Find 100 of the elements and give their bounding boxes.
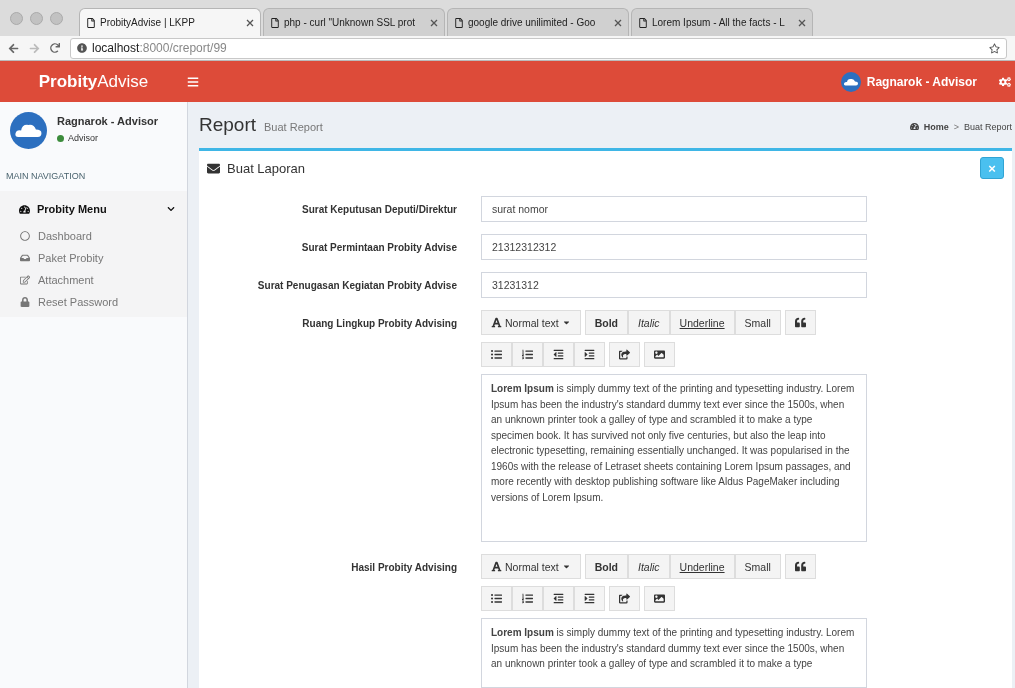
close-icon[interactable] — [430, 18, 438, 27]
menu-icon[interactable] — [187, 75, 199, 88]
indent-button[interactable] — [574, 586, 605, 611]
link-button[interactable] — [609, 342, 640, 367]
outdent-icon — [553, 349, 564, 360]
style-button[interactable]: Italic — [628, 310, 670, 335]
menu-item[interactable]: Dashboard — [0, 225, 187, 247]
star-icon[interactable] — [989, 42, 1000, 54]
page-icon — [86, 17, 96, 28]
style-button[interactable]: Italic — [628, 554, 670, 579]
editor-text: Lorem Ipsum is simply dummy text of the printing and typesetting industry. Lorem Ipsum has been the industry's standard dummy text ever since the 1500s, when an unknown printer took a galley of type and scrambled it to make a type specimen book. It has survived not only five centuries, but also the leap into electronic typesetting, remaining essentially unchanged. It was popularised in the 1960s with the release of Letraset sheets containing Lorem Ipsum passages, and more recently with desktop publishing software like Aldus PageMaker including versions of Lorem Ipsum. — [491, 383, 855, 503]
app-logo[interactable]: ProbityAdvise — [0, 71, 187, 92]
user-role: Advisor — [68, 133, 98, 143]
page-icon — [270, 17, 280, 28]
bullet-list-button[interactable] — [481, 342, 512, 367]
cloud-avatar — [10, 112, 47, 149]
close-icon[interactable] — [798, 18, 806, 27]
dashboard-icon — [909, 122, 919, 131]
window-zoom-dot[interactable] — [50, 11, 63, 25]
quote-button[interactable] — [784, 554, 816, 579]
numbered-list-button[interactable] — [512, 342, 543, 367]
dashboard-icon — [19, 203, 30, 215]
field-label: Surat Penugasan Kegiatan Probity Advise — [256, 279, 457, 291]
field-label: Surat Keputusan Deputi/Direktur — [300, 203, 457, 215]
outdent-button[interactable] — [543, 342, 574, 367]
quote-icon — [794, 561, 806, 572]
inbox-icon — [20, 253, 30, 263]
menu-header[interactable]: Probity Menu — [0, 191, 187, 225]
font-icon — [491, 561, 502, 572]
online-dot — [57, 134, 64, 142]
field-label: Hasil Probity Advising — [350, 561, 457, 573]
browser-tab[interactable]: google drive unilimited - Goo — [447, 8, 629, 36]
settings-icon[interactable] — [999, 75, 1011, 88]
field-label: Surat Permintaan Probity Advise — [300, 241, 457, 253]
style-button[interactable]: Bold — [584, 554, 628, 579]
indent-icon — [584, 349, 595, 360]
format-dropdown[interactable]: Normal text — [481, 554, 581, 579]
address-field[interactable]: localhost:8000/creport/99 — [70, 37, 1007, 59]
field-label: Ruang Lingkup Probity Advising — [301, 317, 457, 329]
window-minimize-dot[interactable] — [30, 11, 43, 25]
text-editor[interactable] — [481, 374, 867, 542]
outdent-icon — [553, 593, 564, 604]
image-button[interactable] — [644, 586, 675, 611]
image-icon — [654, 593, 665, 604]
font-icon — [491, 317, 502, 328]
link-button[interactable] — [609, 586, 640, 611]
page-icon — [454, 17, 464, 28]
style-button[interactable]: Underline — [669, 310, 735, 335]
quote-icon — [794, 317, 806, 328]
quote-button[interactable] — [784, 310, 816, 335]
bullet-list-icon — [491, 593, 502, 604]
style-button[interactable]: Small — [734, 554, 781, 579]
window-close-dot[interactable] — [10, 11, 23, 25]
numbered-list-button[interactable] — [512, 586, 543, 611]
url-text: localhost:8000/creport/99 — [92, 41, 227, 55]
bullet-list-icon — [491, 349, 502, 360]
card-title: Buat Laporan — [227, 160, 306, 176]
input-field[interactable]: 31231312 — [481, 272, 867, 298]
style-button[interactable]: Small — [734, 310, 781, 335]
header-user-name[interactable]: Ragnarok - Advisor — [866, 74, 977, 89]
breadcrumb-link[interactable]: Home — [923, 121, 949, 132]
editor-text: Lorem Ipsum is simply dummy text of the printing and typesetting industry. Lorem Ipsum has been the industry's standard dummy text ever since the 1500s, when an unknown printer took a galley of type and scrambled it to make a type — [491, 627, 855, 669]
info-icon — [77, 43, 87, 53]
image-icon — [654, 349, 665, 360]
style-button[interactable]: Bold — [584, 310, 628, 335]
numbered-list-icon — [522, 349, 533, 360]
share-icon — [619, 593, 630, 604]
input-field[interactable]: surat nomor — [481, 196, 867, 222]
text-editor[interactable] — [481, 618, 867, 688]
style-button[interactable]: Underline — [669, 554, 735, 579]
input-field[interactable]: 21312312312 — [481, 234, 867, 260]
numbered-list-icon — [522, 593, 533, 604]
envelope-icon — [207, 161, 220, 175]
back-icon[interactable] — [8, 42, 19, 54]
close-icon[interactable] — [614, 18, 622, 27]
page-subtitle: Buat Report — [264, 121, 323, 133]
sidebar-user-name: Ragnarok - Advisor — [57, 115, 159, 127]
image-button[interactable] — [644, 342, 675, 367]
close-icon[interactable] — [246, 18, 254, 27]
indent-button[interactable] — [574, 342, 605, 367]
section-heading: MAIN NAVIGATION — [5, 170, 87, 183]
browser-tab[interactable]: Lorem Ipsum - All the facts - L — [631, 8, 813, 36]
caret-icon — [561, 562, 571, 571]
menu-item[interactable]: Paket Probity — [0, 247, 187, 269]
chevron-icon — [167, 205, 175, 213]
breadcrumb-separator: > — [953, 121, 959, 132]
reload-icon[interactable] — [50, 43, 60, 53]
menu-item[interactable]: Reset Password — [0, 291, 187, 313]
edit-icon — [20, 275, 30, 285]
menu-item[interactable]: Attachment — [0, 269, 187, 291]
format-dropdown[interactable]: Normal text — [481, 310, 581, 335]
share-icon — [619, 349, 630, 360]
bullet-list-button[interactable] — [481, 586, 512, 611]
indent-icon — [584, 593, 595, 604]
outdent-button[interactable] — [543, 586, 574, 611]
browser-tab[interactable]: php - curl "Unknown SSL prot — [263, 8, 445, 36]
breadcrumb-link[interactable]: Buat Report — [963, 121, 1012, 132]
page-title: Report — [199, 114, 257, 136]
lock-icon — [20, 297, 30, 307]
browser-tab[interactable]: ProbityAdvise | LKPP — [79, 8, 261, 36]
